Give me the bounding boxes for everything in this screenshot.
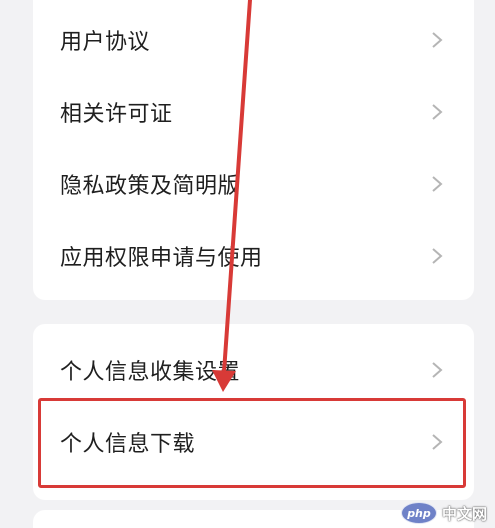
settings-item-label: 隐私政策及简明版 — [60, 174, 241, 199]
chevron-right-icon — [428, 103, 446, 121]
chevron-right-icon — [428, 361, 446, 379]
settings-card-legal: 用户协议 相关许可证 隐私政策及简明版 应用权限申请与使用 — [33, 0, 474, 300]
chevron-right-icon — [428, 175, 446, 193]
settings-screen: 用户协议 相关许可证 隐私政策及简明版 应用权限申请与使用 个人信息收集设置 个… — [0, 0, 495, 528]
settings-item-privacy-policy[interactable]: 隐私政策及简明版 — [33, 148, 474, 220]
settings-card-personal-info: 个人信息收集设置 个人信息下载 — [33, 324, 474, 500]
chevron-right-icon — [428, 31, 446, 49]
settings-item-personal-info-download[interactable]: 个人信息下载 — [33, 406, 474, 478]
settings-item-user-agreement[interactable]: 用户协议 — [33, 4, 474, 76]
settings-item-app-permissions[interactable]: 应用权限申请与使用 — [33, 220, 474, 292]
settings-item-label: 个人信息下载 — [60, 432, 196, 457]
settings-item-label: 相关许可证 — [60, 102, 173, 127]
chevron-right-icon — [428, 247, 446, 265]
settings-item-label: 用户协议 — [60, 30, 151, 55]
settings-item-personal-info-collection[interactable]: 个人信息收集设置 — [33, 334, 474, 406]
chevron-right-icon — [428, 433, 446, 451]
watermark-text: 中文网 — [441, 504, 487, 523]
settings-item-label: 个人信息收集设置 — [60, 360, 241, 385]
php-logo-icon: php — [400, 502, 437, 524]
settings-item-label: 应用权限申请与使用 — [60, 246, 263, 271]
watermark: php 中文网 — [400, 500, 487, 526]
settings-item-related-licenses[interactable]: 相关许可证 — [33, 76, 474, 148]
